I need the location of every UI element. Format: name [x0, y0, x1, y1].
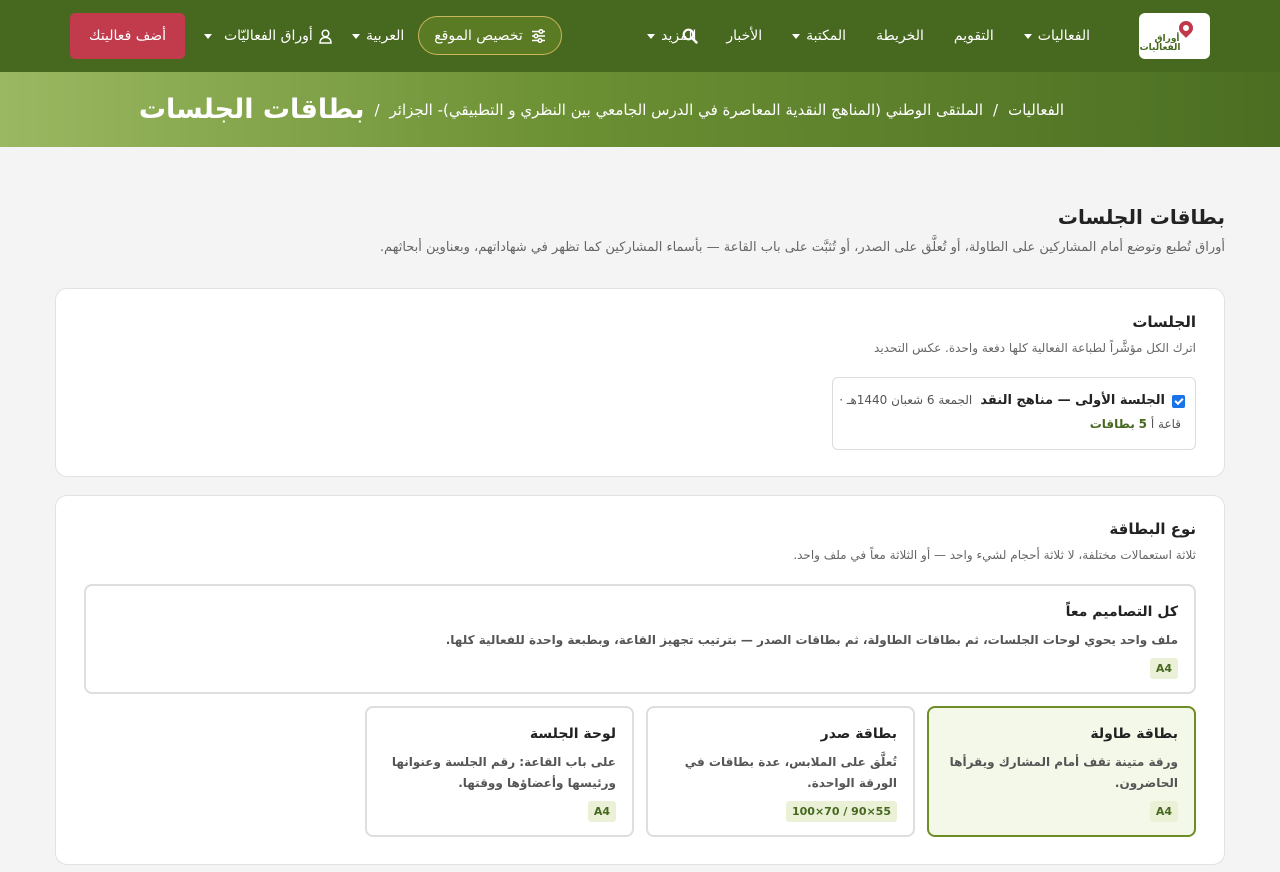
paper-size-badge: A4 — [587, 801, 616, 822]
session-checkbox[interactable] — [1172, 395, 1185, 408]
breadcrumb-item-events[interactable]: الفعاليات — [1008, 101, 1064, 119]
page-header-band: الفعاليات / الملتقى الوطني (المناهج النق… — [0, 72, 1280, 147]
search-icon — [682, 28, 698, 44]
sessions-card-desc: اترك الكل مؤشَّراً لطباعة الفعالية كلها … — [874, 341, 1196, 355]
option-desc: تُعلَّق على الملابس، عدة بطاقات في الورق… — [684, 755, 897, 790]
option-table-card[interactable]: بطاقة طاولة ورقة متينة تقف أمام المشارك … — [927, 706, 1196, 837]
customize-site-label: تخصيص الموقع — [434, 27, 523, 44]
nav-item-news[interactable]: الأخبار — [711, 0, 777, 72]
option-title: كل التصاميم معاً — [1065, 604, 1178, 620]
account-dropdown[interactable]: أوراق الفعاليّات — [204, 0, 332, 72]
session-item[interactable]: الجلسة الأولى — مناهج النقد الجمعة 6 شعب… — [832, 377, 1196, 450]
nav-item-library[interactable]: المكتبة — [777, 0, 861, 72]
chevron-down-icon — [352, 33, 360, 39]
breadcrumb: الفعاليات / الملتقى الوطني (المناهج النق… — [139, 72, 1064, 147]
option-desc: ملف واحد يحوي لوحات الجلسات، ثم بطاقات ا… — [445, 633, 1178, 647]
sessions-card: الجلسات اترك الكل مؤشَّراً لطباعة الفعال… — [55, 288, 1225, 477]
user-icon — [319, 28, 332, 44]
site-logo[interactable]: أوراق الفعاليات — [1139, 13, 1210, 59]
session-meta: قاعة أ 5 بطاقات — [1090, 417, 1181, 431]
breadcrumb-item-event[interactable]: الملتقى الوطني (المناهج النقدية المعاصرة… — [390, 101, 984, 119]
option-session-plate[interactable]: لوحة الجلسة على باب القاعة: رقم الجلسة و… — [365, 706, 634, 837]
option-badge-card[interactable]: بطاقة صدر تُعلَّق على الملابس، عدة بطاقا… — [646, 706, 915, 837]
paper-size-badge: A4 — [1149, 801, 1178, 822]
session-card-count: 5 — [1138, 417, 1148, 431]
breadcrumb-current: بطاقات الجلسات — [138, 94, 365, 125]
session-card-count-label: بطاقات — [1089, 417, 1135, 431]
logo-mark: أوراق الفعاليات — [1139, 18, 1196, 53]
card-type-card: نوع البطاقة ثلاثة استعمالات مختلفة، لا ث… — [55, 495, 1225, 865]
language-label: العربية — [366, 28, 405, 44]
sessions-card-title: الجلسات — [1132, 313, 1196, 331]
logo-text: أوراق الفعاليات — [1139, 34, 1181, 53]
nav-item-calendar[interactable]: التقويم — [939, 0, 1009, 72]
session-room: قاعة أ — [1150, 417, 1181, 431]
option-all-designs[interactable]: كل التصاميم معاً ملف واحد يحوي لوحات الج… — [84, 584, 1196, 694]
option-desc: ورقة متينة تقف أمام المشارك ويقرأها الحا… — [949, 755, 1178, 790]
session-name: الجلسة الأولى — مناهج النقد — [980, 393, 1165, 408]
nav-item-events[interactable]: الفعاليات — [1009, 0, 1105, 72]
page-title: بطاقات الجلسات — [1057, 205, 1225, 229]
option-title: لوحة الجلسة — [529, 726, 616, 742]
size-badge: 100×70 / 90×55 — [786, 801, 897, 822]
page-subtitle: أوراق تُطبع وتوضع أمام المشاركين على الط… — [379, 240, 1225, 255]
chevron-down-icon — [1023, 33, 1032, 39]
customize-site-button[interactable]: تخصيص الموقع — [418, 16, 562, 55]
search-button[interactable] — [676, 22, 704, 50]
chevron-down-icon — [792, 33, 801, 39]
add-event-button[interactable]: أضف فعاليتك — [70, 13, 185, 59]
session-header: الجلسة الأولى — مناهج النقد الجمعة 6 شعب… — [839, 393, 1165, 408]
breadcrumb-separator: / — [374, 100, 380, 119]
breadcrumb-separator: / — [993, 100, 999, 119]
card-type-desc: ثلاثة استعمالات مختلفة، لا ثلاثة أحجام ل… — [793, 548, 1196, 562]
top-navbar: أوراق الفعاليات الفعاليات التقويم الخريط… — [0, 0, 1280, 72]
chevron-down-icon — [647, 33, 656, 39]
account-label: أوراق الفعاليّات — [224, 28, 313, 44]
paper-size-badge: A4 — [1149, 658, 1178, 679]
session-date: الجمعة 6 شعبان 1440هـ · — [839, 393, 973, 407]
option-desc: على باب القاعة: رقم الجلسة وعنوانها ورئي… — [391, 755, 616, 790]
option-title: بطاقة صدر — [820, 726, 897, 742]
card-type-title: نوع البطاقة — [1109, 520, 1196, 538]
option-title: بطاقة طاولة — [1090, 726, 1178, 742]
chevron-down-icon — [204, 33, 212, 39]
language-dropdown[interactable]: العربية — [352, 0, 404, 72]
sliders-icon — [531, 28, 545, 43]
nav-item-map[interactable]: الخريطة — [861, 0, 939, 72]
